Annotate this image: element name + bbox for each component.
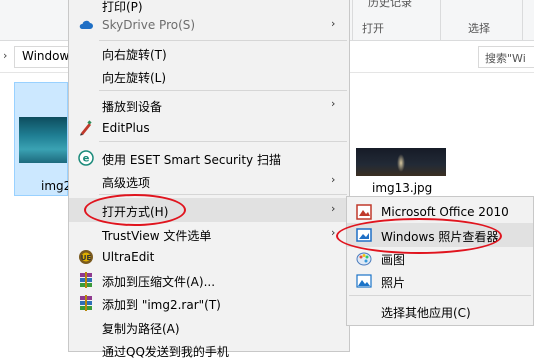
menu-item-copy-as-path[interactable]: 复制为路径(A) xyxy=(69,315,349,339)
winrar-icon xyxy=(80,295,92,311)
menu-separator xyxy=(99,90,347,91)
submenu-item-label: 照片 xyxy=(381,276,406,290)
menu-item-rotate-right[interactable]: 向右旋转(T) xyxy=(69,41,349,65)
menu-item-label: 向右旋转(T) xyxy=(102,48,167,62)
photo-viewer-icon xyxy=(356,228,372,242)
menu-item-editplus[interactable]: EditPlus xyxy=(69,116,349,140)
menu-item-label: 打开方式(H) xyxy=(102,205,169,219)
file-name: img2 xyxy=(41,179,72,193)
menu-item-eset-scan[interactable]: e 使用 ESET Smart Security 扫描 xyxy=(69,146,349,170)
menu-item-label: SkyDrive Pro(S) xyxy=(102,18,196,32)
file-thumbnail xyxy=(19,117,67,163)
menu-item-cast-to-device[interactable]: 播放到设备 › xyxy=(69,93,349,117)
menu-item-trustview[interactable]: TrustView 文件选单 › xyxy=(69,222,349,246)
menu-item-ultraedit[interactable]: UE UltraEdit xyxy=(69,245,349,269)
menu-item-open-with[interactable]: 打开方式(H) › xyxy=(69,198,349,222)
menu-separator xyxy=(99,194,347,195)
submenu-item-choose-another-app[interactable]: 选择其他应用(C) xyxy=(347,299,533,323)
submenu-item-windows-photo-viewer[interactable]: Windows 照片查看器 xyxy=(347,223,533,247)
eset-icon: e xyxy=(78,150,94,166)
search-input[interactable]: 搜索"Wi xyxy=(478,46,534,68)
editplus-icon xyxy=(80,120,92,136)
context-menu: 打印(P) SkyDrive Pro(S) › 向右旋转(T) 向左旋转(L) … xyxy=(68,0,350,359)
submenu-item-paint[interactable]: 画图 xyxy=(347,246,533,270)
submenu-arrow-icon: › xyxy=(331,202,336,215)
submenu-item-label: Microsoft Office 2010 xyxy=(381,205,509,219)
ribbon-group-open: 打开 xyxy=(362,22,384,35)
svg-text:e: e xyxy=(83,154,90,165)
office-picture-icon xyxy=(356,204,372,220)
address-path[interactable]: Window xyxy=(22,49,69,63)
menu-item-skydrive-pro[interactable]: SkyDrive Pro(S) › xyxy=(69,13,349,37)
photos-icon xyxy=(356,274,372,288)
thumbnail-light xyxy=(397,154,405,172)
history-button[interactable]: 历史记录 xyxy=(368,0,412,10)
menu-item-rotate-left[interactable]: 向左旋转(L) xyxy=(69,64,349,88)
submenu-arrow-icon: › xyxy=(331,97,336,110)
menu-item-label: TrustView 文件选单 xyxy=(102,229,212,243)
menu-item-add-to-img2-rar[interactable]: 添加到 "img2.rar"(T) xyxy=(69,291,349,315)
open-with-submenu: Microsoft Office 2010 Windows 照片查看器 画图 照… xyxy=(346,196,534,326)
search-placeholder: 搜索"Wi xyxy=(485,52,526,65)
winrar-icon xyxy=(80,272,92,288)
submenu-item-microsoft-office[interactable]: Microsoft Office 2010 xyxy=(347,200,533,224)
file-item-img2[interactable]: img2 xyxy=(14,82,72,196)
submenu-arrow-icon: › xyxy=(331,173,336,186)
menu-item-advanced-options[interactable]: 高级选项 › xyxy=(69,169,349,193)
menu-item-label: EditPlus xyxy=(102,121,150,135)
submenu-arrow-icon: › xyxy=(331,17,336,30)
menu-item-label: 添加到压缩文件(A)... xyxy=(102,275,216,289)
menu-separator xyxy=(349,295,531,296)
submenu-item-label: 选择其他应用(C) xyxy=(381,306,471,320)
submenu-arrow-icon: › xyxy=(331,226,336,239)
menu-separator xyxy=(99,141,347,142)
submenu-item-label: Windows 照片查看器 xyxy=(381,230,499,244)
ribbon-divider xyxy=(522,0,523,40)
menu-item-label: 播放到设备 xyxy=(102,100,163,114)
submenu-item-label: 画图 xyxy=(381,253,406,267)
menu-item-label: 高级选项 xyxy=(102,176,151,190)
ribbon-group-select: 选择 xyxy=(468,22,490,35)
menu-item-label: 添加到 "img2.rar"(T) xyxy=(102,298,221,312)
ribbon-divider xyxy=(352,0,353,40)
menu-item-label: 向左旋转(L) xyxy=(102,71,167,85)
svg-text:UE: UE xyxy=(81,254,92,262)
menu-item-label: 复制为路径(A) xyxy=(102,322,180,336)
menu-item-label: UltraEdit xyxy=(102,250,155,264)
file-name-img13[interactable]: img13.jpg xyxy=(372,181,432,195)
ribbon-divider xyxy=(440,0,441,40)
file-thumbnail-img13[interactable] xyxy=(356,148,446,176)
menu-item-send-via-qq[interactable]: 通过QQ发送到我的手机 xyxy=(69,338,349,362)
chevron-right-icon[interactable]: › xyxy=(3,49,7,62)
paint-icon xyxy=(356,252,372,266)
menu-item-add-to-archive[interactable]: 添加到压缩文件(A)... xyxy=(69,268,349,292)
menu-item-label: 使用 ESET Smart Security 扫描 xyxy=(102,153,281,167)
ultraedit-icon: UE xyxy=(79,250,93,264)
cloud-icon xyxy=(79,20,93,29)
submenu-item-photos[interactable]: 照片 xyxy=(347,269,533,293)
